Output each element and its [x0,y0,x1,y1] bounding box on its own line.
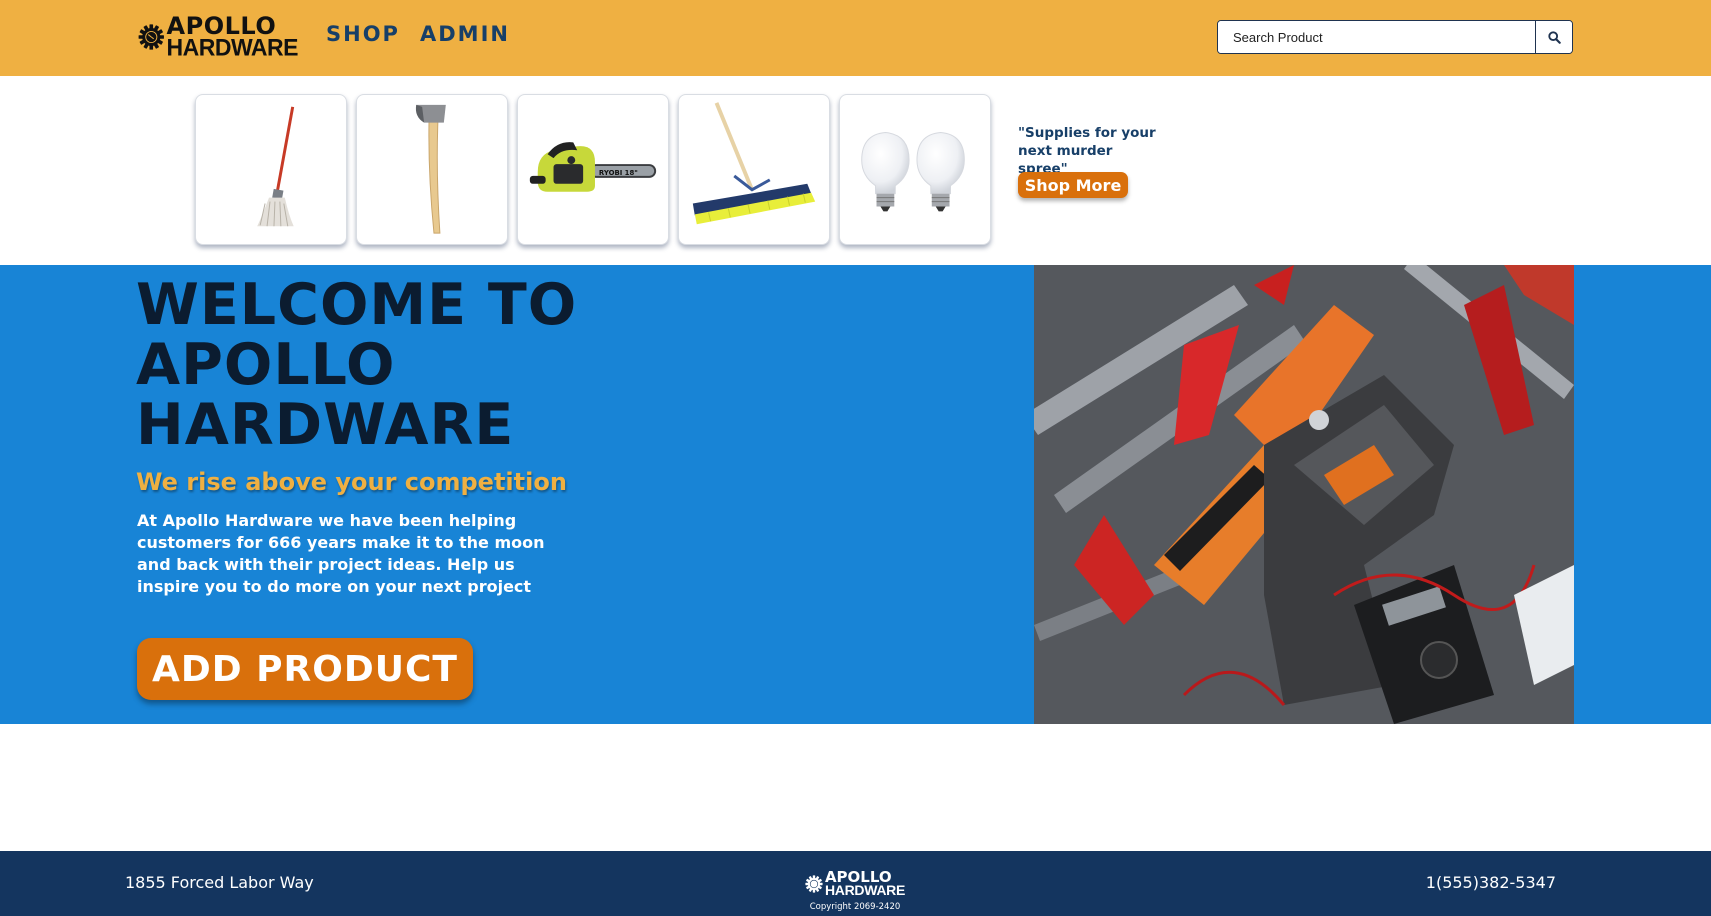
mop-image [257,106,295,227]
promo-quote: "Supplies for your next murder spree" [1018,125,1156,177]
chainsaw-image: RYOBI 18" [529,142,657,192]
product-card-push-broom[interactable] [678,94,830,245]
product-card-mop[interactable] [195,94,347,245]
product-card-axe[interactable] [356,94,508,245]
push-broom-image [692,102,816,225]
add-product-button[interactable]: ADD PRODUCT [137,638,473,700]
gear-logo-icon [138,24,164,50]
footer-address: 1855 Forced Labor Way [125,873,314,892]
light-bulbs-image [861,132,965,212]
nav-link-shop[interactable]: SHOP [326,22,400,46]
search-icon [1547,30,1561,44]
product-card-light-bulbs[interactable] [839,94,991,245]
nav-link-admin[interactable]: ADMIN [420,22,510,46]
footer-brand-line2: HARDWARE [824,882,905,899]
gear-logo-icon [805,875,823,893]
footer-phone: 1(555)382-5347 [1425,873,1556,892]
hero-section: WELCOME TO APOLLO HARDWARE We rise above… [0,265,1711,724]
site-footer: 1855 Forced Labor Way APOLLO HARDWARE Co… [0,851,1711,916]
tools-photo-illustration [1034,265,1574,724]
hero-title: WELCOME TO APOLLO HARDWARE [136,272,578,458]
svg-text:RYOBI 18": RYOBI 18" [599,169,638,177]
featured-products-strip: RYOBI 18" "Supplies for your next murder… [0,76,1711,265]
search-input[interactable] [1218,21,1535,53]
brand-logo[interactable]: APOLLO HARDWARE [138,14,299,62]
product-card-chainsaw[interactable]: RYOBI 18" [517,94,669,245]
top-navbar: APOLLO HARDWARE SHOP ADMIN [0,0,1711,76]
hero-description: At Apollo Hardware we have been helping … [137,511,545,596]
shop-more-button[interactable]: Shop More [1018,172,1128,198]
axe-image [415,104,446,234]
footer-copyright: Copyright 2069-2420 [809,902,901,912]
hero-subtitle: We rise above your competition [136,468,567,496]
tools-photo [1034,265,1574,724]
footer-logo[interactable]: APOLLO HARDWARE [805,868,905,900]
brand-name-line2: HARDWARE [166,33,299,62]
search-button[interactable] [1535,21,1572,53]
search-bar [1217,20,1573,54]
